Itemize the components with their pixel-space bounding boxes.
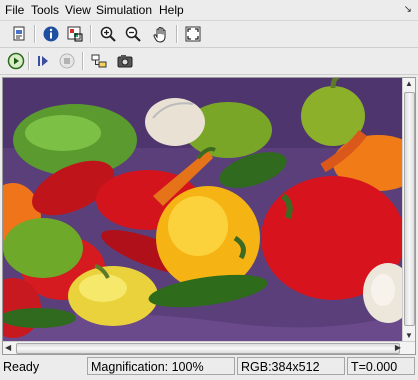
horizontal-scroll-thumb[interactable] [16,343,400,354]
pin-arrow-icon[interactable]: ↘ [404,4,412,15]
fit-to-window-icon[interactable] [182,23,204,45]
scroll-right-arrow-icon[interactable]: ▶ [395,343,401,353]
highlight-block-icon[interactable] [88,50,110,72]
zoom-out-icon[interactable] [122,23,144,45]
pixel-region-icon[interactable] [64,23,86,45]
menu-view[interactable]: View [65,2,91,18]
simulation-toolbar [0,48,418,75]
scroll-down-arrow-icon[interactable]: ▼ [405,331,413,341]
image-size-readout: RGB:384x512 [237,357,345,375]
run-icon[interactable] [5,50,27,72]
menu-simulation[interactable]: Simulation [96,2,152,18]
viewer-toolbar [0,21,418,48]
scroll-up-arrow-icon[interactable]: ▲ [405,79,413,89]
zoom-in-icon[interactable] [97,23,119,45]
peppers-image [3,78,403,342]
toolbar-separator [34,25,36,43]
step-forward-icon[interactable] [32,50,54,72]
info-icon[interactable] [40,23,62,45]
simulation-time-readout: T=0.000 [347,357,415,375]
status-bar: Ready Magnification: 100% RGB:384x512 T=… [0,355,418,380]
toolbar-separator [90,25,92,43]
image-viewer[interactable]: ▲ ▼ ◀ ▶ [2,77,416,355]
snapshot-camera-icon[interactable] [114,50,136,72]
toolbar-separator [176,25,178,43]
print-model-icon[interactable] [8,23,30,45]
pan-hand-icon[interactable] [150,23,172,45]
toolbar-separator [82,52,84,70]
menu-tools[interactable]: Tools [31,2,59,18]
menu-help[interactable]: Help [159,2,184,18]
menu-bar: File Tools View Simulation Help ↘ [0,0,418,21]
stop-icon[interactable] [56,50,78,72]
magnification-readout: Magnification: 100% [87,357,235,375]
menu-file[interactable]: File [5,2,24,18]
toolbar-separator [28,52,30,70]
status-text: Ready [3,360,40,374]
vertical-scrollbar[interactable]: ▲ ▼ [402,78,415,342]
horizontal-scrollbar[interactable]: ◀ ▶ [3,341,415,354]
scroll-left-arrow-icon[interactable]: ◀ [5,343,11,353]
vertical-scroll-thumb[interactable] [404,92,415,326]
